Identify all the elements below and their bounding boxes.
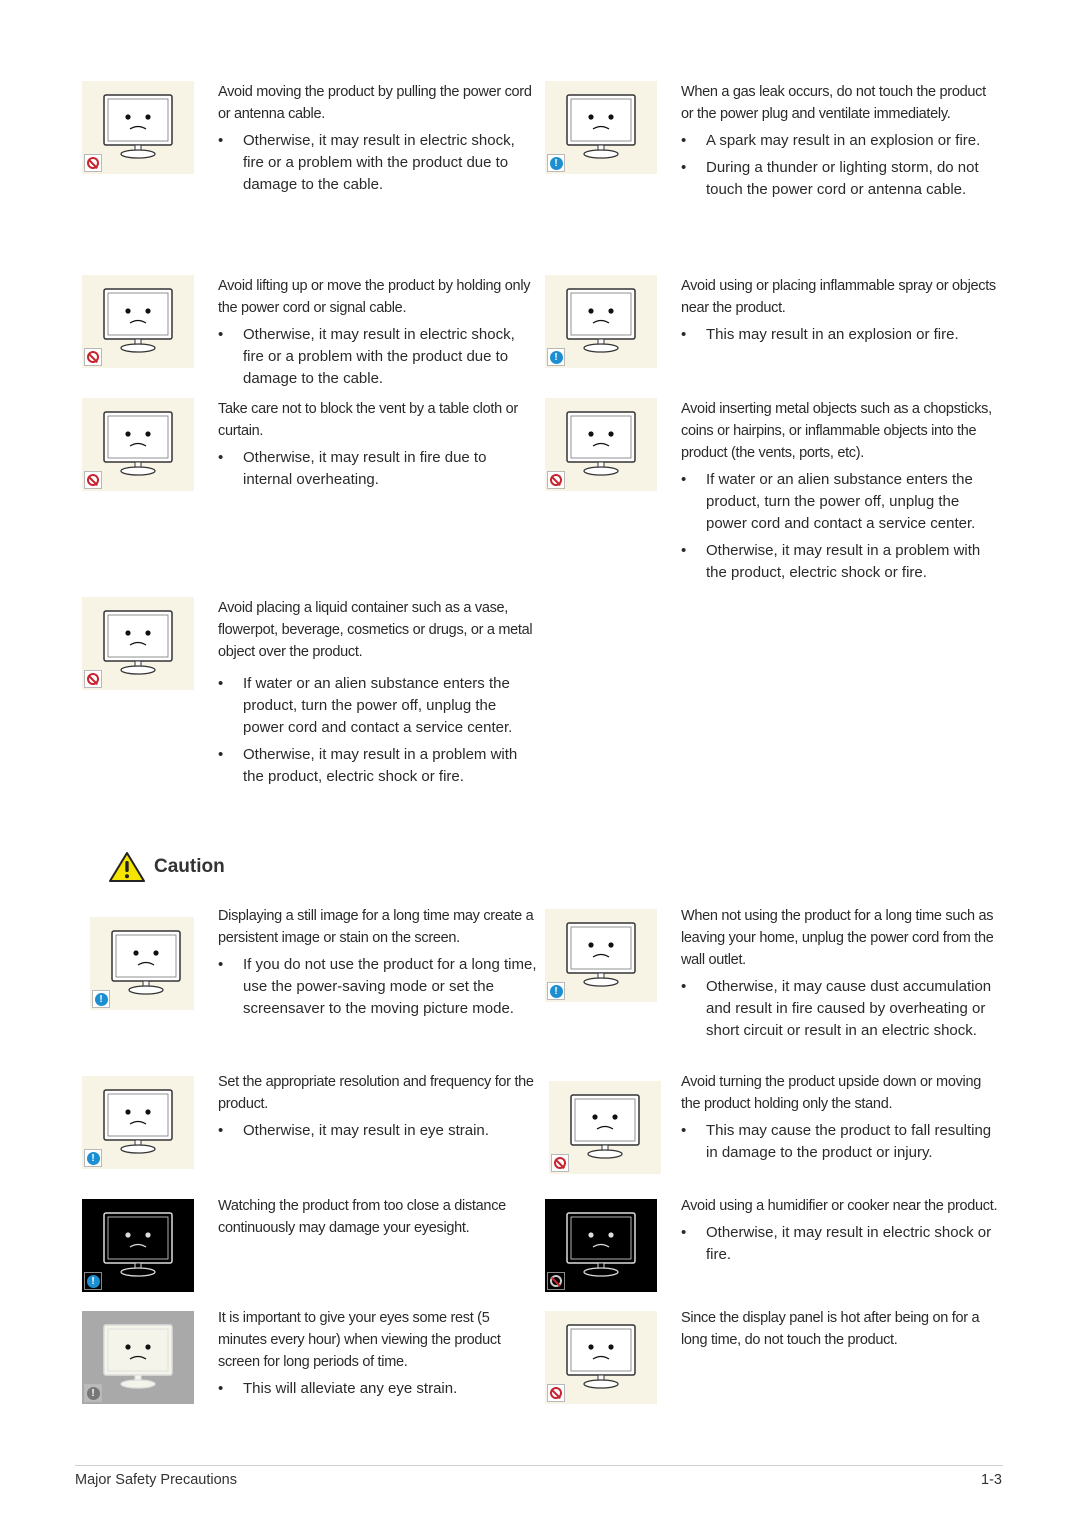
caution-lead: Avoid turning the product upside down or… xyxy=(681,1074,981,1112)
warning-lead: Avoid moving the product by pulling the … xyxy=(218,84,532,122)
prohibit-icon xyxy=(84,670,102,688)
prohibit-icon xyxy=(84,154,102,172)
caution-title: Caution xyxy=(154,856,225,877)
bullet-dot: • xyxy=(681,159,687,176)
caution-lead: When not using the product for a long ti… xyxy=(681,908,994,968)
prohibit-icon xyxy=(551,1154,569,1172)
warning-bullet: • Otherwise, it may result in a problem w… xyxy=(681,540,1001,584)
bullet-dot: • xyxy=(681,132,687,149)
bullet-text: Otherwise, it may result in electric sho… xyxy=(706,1224,992,1263)
illustration-monitor-lifted-by-cables xyxy=(82,275,194,368)
caution-bullet: • This may cause the product to fall resu… xyxy=(681,1120,1001,1164)
caution-lead: Displaying a still image for a long time… xyxy=(218,908,534,946)
warning-bullet: • A spark may result in an explosion or f… xyxy=(681,130,1001,152)
bullet-text: If water or an alien substance enters th… xyxy=(706,471,976,532)
prohibit-icon xyxy=(547,1272,565,1290)
caution-heading: Caution xyxy=(108,851,225,883)
illustration-monitor-sleeping-unplugged: ! xyxy=(545,909,657,1002)
bullet-text: If water or an alien substance enters th… xyxy=(243,675,513,736)
info-icon: ! xyxy=(84,1384,102,1402)
warning-bullet: • Otherwise, it may result in electric sh… xyxy=(218,324,538,390)
bullet-text: This may result in an explosion or fire. xyxy=(706,326,959,343)
caution-lead: Set the appropriate resolution and frequ… xyxy=(218,1074,534,1112)
warning-bullet: • This may result in an explosion or fire… xyxy=(681,324,1001,346)
bullet-dot: • xyxy=(681,1122,687,1139)
illustration-gas-leak-window: ! xyxy=(545,81,657,174)
caution-bullet: • This will alleviate any eye strain. xyxy=(218,1378,538,1400)
caution-lead: Avoid using a humidifier or cooker near … xyxy=(681,1198,998,1214)
illustration-eyes-rest: ! xyxy=(82,1311,194,1404)
bullet-dot: • xyxy=(218,132,224,149)
info-icon: ! xyxy=(84,1272,102,1290)
info-icon: ! xyxy=(84,1149,102,1167)
caution-lead: Watching the product from too close a di… xyxy=(218,1198,506,1236)
warning-lead: Take care not to block the vent by a tab… xyxy=(218,401,518,439)
bullet-text: If you do not use the product for a long… xyxy=(243,956,537,1017)
info-icon: ! xyxy=(92,990,110,1008)
illustration-monitor-inflammable-spray: ! xyxy=(545,275,657,368)
caution-bullet: • Otherwise, it may result in electric sh… xyxy=(681,1222,1001,1266)
bullet-dot: • xyxy=(681,542,687,559)
bullet-dot: • xyxy=(218,449,224,466)
info-icon: ! xyxy=(547,348,565,366)
info-icon: ! xyxy=(547,982,565,1000)
info-icon: ! xyxy=(547,154,565,172)
bullet-text: A spark may result in an explosion or fi… xyxy=(706,132,981,149)
caution-bullet: • If you do not use the product for a lon… xyxy=(218,954,538,1020)
warning-bullet: • If water or an alien substance enters t… xyxy=(218,673,538,739)
bullet-text: Otherwise, it may result in fire due to … xyxy=(243,449,487,488)
illustration-monitor-resolution: ! xyxy=(82,1076,194,1169)
bullet-dot: • xyxy=(218,1380,224,1397)
warning-bullet: • Otherwise, it may result in fire due to… xyxy=(218,447,538,491)
caution-bullet: • Otherwise, it may result in eye strain. xyxy=(218,1120,538,1142)
warning-bullet: • Otherwise, it may result in a problem w… xyxy=(218,744,538,788)
footer-section-title: Major Safety Precautions xyxy=(75,1472,237,1488)
bullet-dot: • xyxy=(218,675,224,692)
illustration-monitor-liquid-container xyxy=(82,597,194,690)
illustration-monitor-covered-by-cloth xyxy=(82,398,194,491)
prohibit-icon xyxy=(547,1384,565,1402)
bullet-text: This will alleviate any eye strain. xyxy=(243,1380,458,1397)
bullet-text: Otherwise, it may cause dust accumulatio… xyxy=(706,978,992,1039)
bullet-text: During a thunder or lighting storm, do n… xyxy=(706,159,979,198)
prohibit-icon xyxy=(84,471,102,489)
bullet-dot: • xyxy=(218,1122,224,1139)
warning-bullet: • Otherwise, it may result in electric sh… xyxy=(218,130,538,196)
warning-bullet: • During a thunder or lighting storm, do … xyxy=(681,157,1001,201)
warning-lead: Avoid using or placing inflammable spray… xyxy=(681,278,996,316)
illustration-hot-panel-touch xyxy=(545,1311,657,1404)
prohibit-icon xyxy=(547,471,565,489)
illustration-monitor-metal-objects xyxy=(545,398,657,491)
illustration-humidifier-near-monitor xyxy=(545,1199,657,1292)
bullet-text: Otherwise, it may result in electric sho… xyxy=(243,132,515,193)
bullet-dot: • xyxy=(681,1224,687,1241)
bullet-dot: • xyxy=(218,746,224,763)
bullet-text: Otherwise, it may result in a problem wi… xyxy=(243,746,518,785)
bullet-dot: • xyxy=(218,956,224,973)
caution-bullet: • Otherwise, it may cause dust accumulati… xyxy=(681,976,1001,1042)
bullet-text: Otherwise, it may result in electric sho… xyxy=(243,326,515,387)
bullet-dot: • xyxy=(681,326,687,343)
warning-lead: Avoid lifting up or move the product by … xyxy=(218,278,531,316)
illustration-monitor-persistent-image: ! xyxy=(90,917,194,1010)
caution-lead: Since the display panel is hot after bei… xyxy=(681,1310,980,1348)
bullet-dot: • xyxy=(681,471,687,488)
warning-lead: Avoid placing a liquid container such as… xyxy=(218,600,533,660)
footer-page-number: 1-3 xyxy=(981,1472,1002,1488)
bullet-dot: • xyxy=(681,978,687,995)
bullet-text: This may cause the product to fall resul… xyxy=(706,1122,992,1161)
warning-bullet: • If water or an alien substance enters t… xyxy=(681,469,1001,535)
bullet-text: Otherwise, it may result in a problem wi… xyxy=(706,542,981,581)
warning-lead: When a gas leak occurs, do not touch the… xyxy=(681,84,986,122)
illustration-monitor-upside-down xyxy=(549,1081,661,1174)
bullet-text: Otherwise, it may result in eye strain. xyxy=(243,1122,489,1139)
illustration-monitor-pulled-by-cord xyxy=(82,81,194,174)
illustration-viewer-too-close: ! xyxy=(82,1199,194,1292)
caution-lead: It is important to give your eyes some r… xyxy=(218,1310,501,1370)
bullet-dot: • xyxy=(218,326,224,343)
warning-lead: Avoid inserting metal objects such as a … xyxy=(681,401,992,461)
prohibit-icon xyxy=(84,348,102,366)
warning-triangle-icon xyxy=(109,852,145,882)
footer-divider xyxy=(75,1465,1003,1466)
